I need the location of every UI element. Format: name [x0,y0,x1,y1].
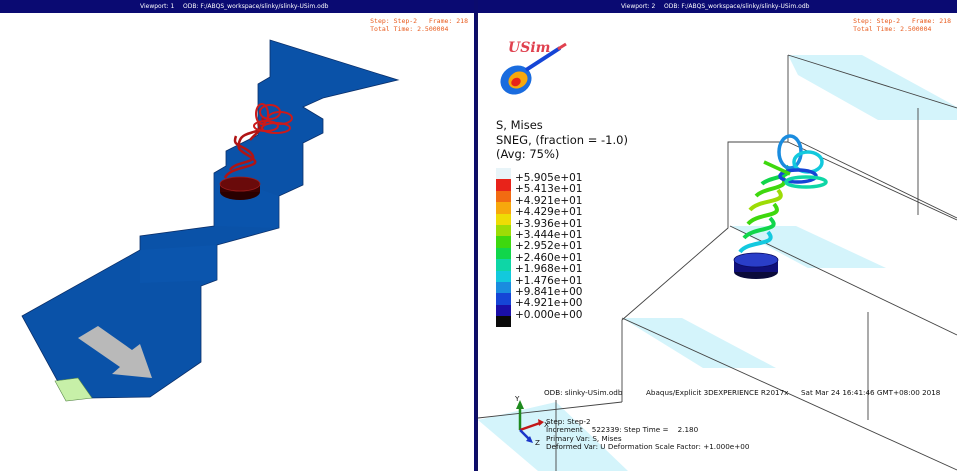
legend-swatch [496,224,511,237]
viewport-2-border [476,13,478,471]
legend-row: +1.968e+01 [496,259,636,275]
legend-row: +3.444e+01 [496,224,636,241]
viewport-1-model [21,39,400,402]
legend-row: +4.921e+00 [496,293,636,309]
legend-swatch [496,293,511,305]
legend-title-line-3: (Avg: 75%) [496,147,560,161]
legend-row: +9.841e+00 [496,281,636,298]
legend-swatch [496,304,511,317]
legend-title: S, Mises SNEG, (fraction = -1.0) (Avg: 7… [496,118,628,162]
legend-swatch [496,213,511,225]
legend-swatch [496,281,511,294]
legend-row: +2.460e+01 [496,247,636,264]
legend-row: +0.000e+00 [496,304,636,321]
legend-row: +4.921e+01 [496,190,636,207]
viewport-2[interactable]: Viewport: 2 ODB: F:/ABQS_workspace/slink… [478,0,957,471]
legend-swatch [496,236,511,248]
usim-logo-text: USim [508,40,551,56]
legend-swatch [496,247,511,260]
legend-swatch [496,316,511,328]
legend-swatch [496,270,511,282]
legend-swatch [496,190,511,203]
triad-y-label: Y [515,394,520,403]
legend-swatch [496,168,511,180]
legend-row: +4.429e+01 [496,202,636,218]
legend-row: +2.952e+01 [496,236,636,252]
legend-row [496,316,636,328]
info-deformed-var: Deformed Var: U Deformation Scale Factor… [546,442,750,451]
viewport-1[interactable]: Viewport: 1 ODB: F:/ABQS_workspace/slink… [0,0,474,471]
legend-title-line-1: S, Mises [496,118,543,132]
legend-swatch [496,259,511,271]
stair-surface [21,39,400,399]
info-date: Sat Mar 24 16:41:46 GMT+08:00 2018 [801,388,941,397]
legend-row: +5.413e+01 [496,179,636,195]
slinky-base [733,252,779,279]
info-solver: Abaqus/Explicit 3DEXPERIENCE R2017x [646,388,789,397]
legend-row: +3.936e+01 [496,213,636,230]
info-increment: Increment 522339: Step Time = 2.180 [546,425,699,434]
legend-swatch [496,202,511,214]
legend-title-line-2: SNEG, (fraction = -1.0) [496,132,628,147]
legend-swatch [496,179,511,191]
triad-z-label: Z [535,438,540,447]
stair-step-face [140,245,217,283]
info-odb: ODB: slinky-USim.odb [544,388,623,397]
legend-row: +1.476e+01 [496,270,636,287]
contour-legend[interactable]: +5.905e+01 +5.413e+01 +4.921e+01 +4.429e+01… [496,168,636,328]
legend-row: +5.905e+01 [496,168,636,184]
